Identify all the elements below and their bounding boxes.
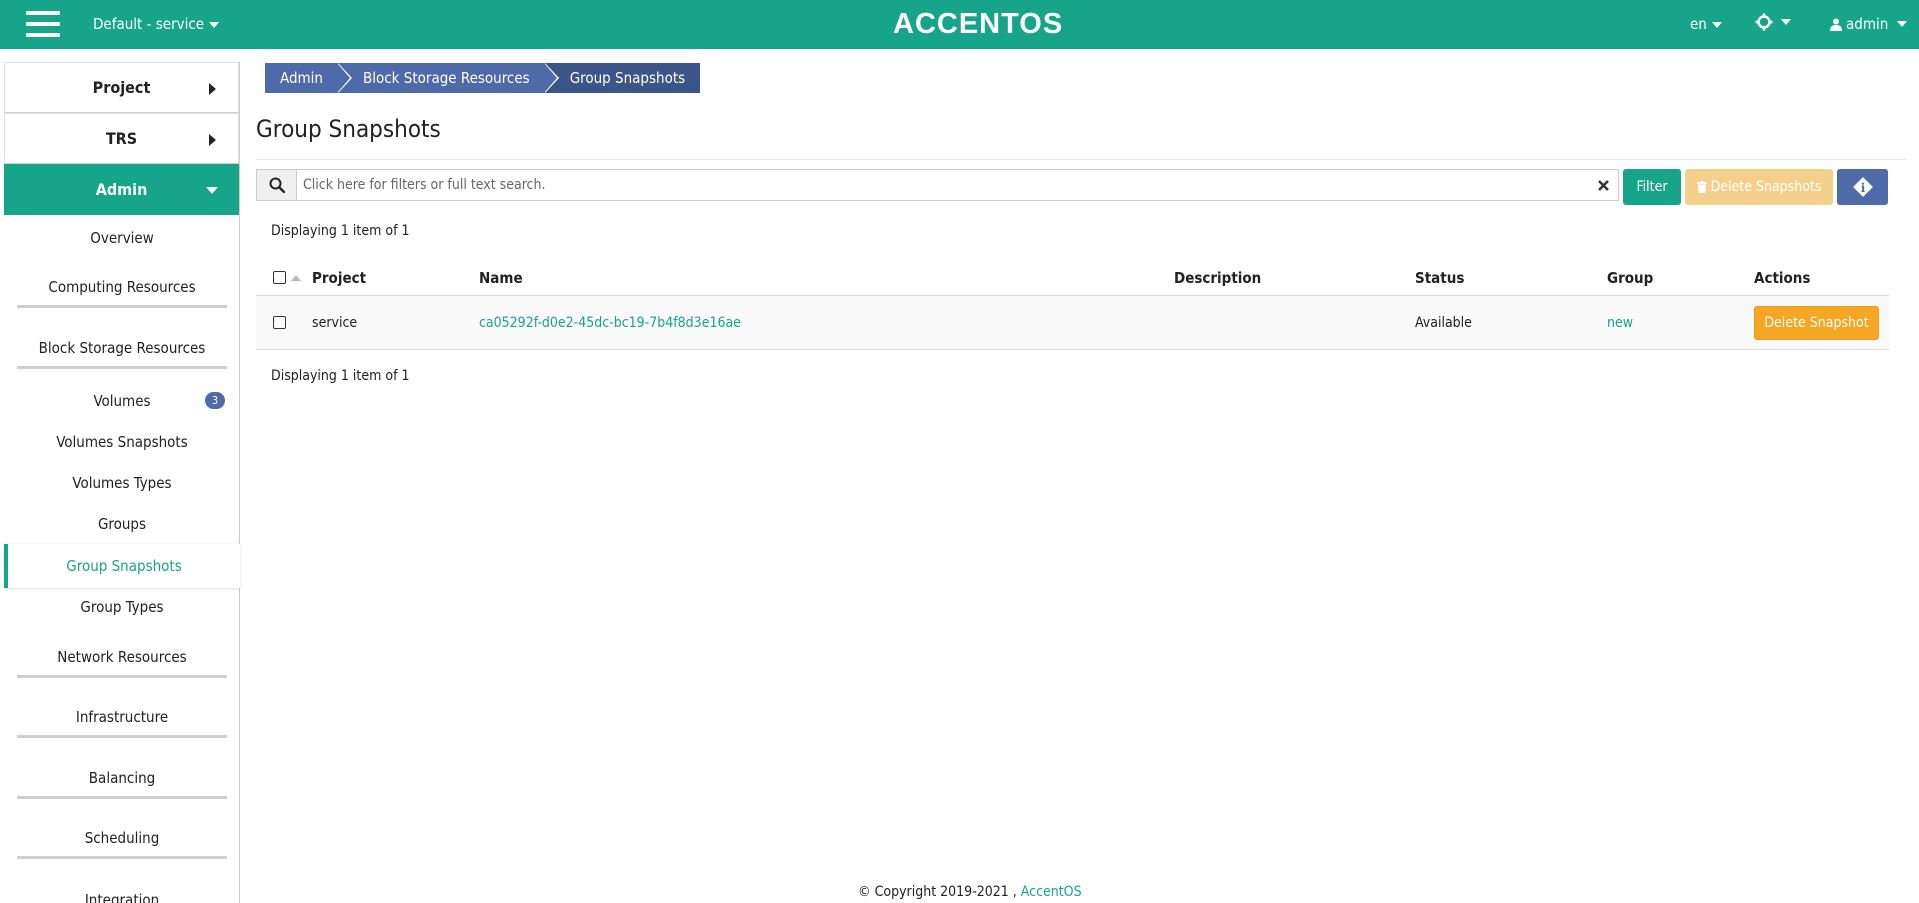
- sidebar-item-infrastructure[interactable]: Infrastructure: [4, 708, 240, 738]
- sidebar-item-group-types[interactable]: Group Types: [4, 598, 240, 616]
- info-button[interactable]: i: [1837, 169, 1888, 205]
- gear-icon: [1755, 13, 1773, 31]
- svg-text:i: i: [1860, 181, 1865, 195]
- caret-right-icon: [209, 134, 216, 146]
- cell-name-link[interactable]: ca05292f-d0e2-45dc-bc19-7b4f8d3e16ae: [479, 296, 741, 349]
- search-icon[interactable]: [257, 170, 297, 200]
- page-title: Group Snapshots: [256, 115, 441, 143]
- divider: [256, 159, 1906, 160]
- sidebar-item-trs[interactable]: TRS: [4, 113, 239, 164]
- cell-actions: Delete Snapshot: [1754, 296, 1879, 349]
- brand-logo: ACCENTOS: [893, 8, 1064, 40]
- sidebar-item-volumes-types[interactable]: Volumes Types: [4, 474, 240, 492]
- sidebar-item-group-snapshots[interactable]: Group Snapshots: [4, 544, 240, 588]
- displaying-count: Displaying 1 item of 1: [271, 223, 410, 239]
- sidebar-item-label: Admin: [95, 180, 148, 199]
- search-bar: [256, 169, 1619, 201]
- breadcrumb-group-snapshots: Group Snapshots: [543, 63, 701, 93]
- caret-down-icon: [206, 187, 218, 194]
- col-project[interactable]: Project: [312, 260, 366, 295]
- breadcrumb-label: Block Storage Resources: [363, 69, 530, 87]
- chevron-down-icon: [1711, 21, 1722, 28]
- col-group[interactable]: Group: [1607, 260, 1653, 295]
- row-checkbox[interactable]: [273, 316, 286, 329]
- sidebar-item-overview[interactable]: Overview: [4, 229, 240, 247]
- project-selector[interactable]: Default - service: [93, 15, 220, 33]
- delete-snapshots-label: Delete Snapshots: [1710, 179, 1822, 195]
- project-selector-label: Default - service: [93, 15, 205, 33]
- sidebar-item-block-storage-resources[interactable]: Block Storage Resources: [4, 339, 240, 369]
- sort-ascending-icon[interactable]: [291, 274, 301, 281]
- caret-right-icon: [209, 83, 216, 95]
- user-name: admin: [1846, 15, 1889, 33]
- sidebar-item-volumes-snapshots[interactable]: Volumes Snapshots: [4, 433, 240, 451]
- sidebar-item-admin[interactable]: Admin: [4, 164, 239, 215]
- col-actions: Actions: [1754, 268, 1811, 287]
- settings-menu[interactable]: [1755, 13, 1791, 31]
- sidebar-item-scheduling[interactable]: Scheduling: [4, 829, 240, 859]
- close-icon[interactable]: [1588, 170, 1618, 200]
- cell-status: Available: [1415, 314, 1472, 331]
- sidebar: Project TRS Admin Overview Computing Res…: [4, 62, 240, 903]
- chevron-down-icon: [1781, 19, 1791, 25]
- sidebar-item-label: TRS: [105, 129, 138, 148]
- filter-button[interactable]: Filter: [1623, 169, 1681, 205]
- col-description[interactable]: Description: [1174, 260, 1261, 295]
- col-name[interactable]: Name: [479, 260, 523, 295]
- search-input[interactable]: [297, 170, 1588, 200]
- hamburger-menu-icon[interactable]: [26, 11, 60, 38]
- sidebar-item-groups[interactable]: Groups: [4, 515, 240, 533]
- breadcrumb: Admin Block Storage Resources Group Snap…: [265, 63, 701, 93]
- breadcrumb-label: Group Snapshots: [569, 69, 686, 87]
- displaying-count-bottom: Displaying 1 item of 1: [271, 368, 410, 384]
- delete-snapshots-button[interactable]: Delete Snapshots: [1685, 169, 1833, 205]
- snapshots-table: Project Name Description Status Group Ac…: [256, 260, 1889, 350]
- accentos-link[interactable]: AccentOS: [1021, 884, 1082, 900]
- sidebar-item-computing-resources[interactable]: Computing Resources: [4, 278, 240, 308]
- select-all-cell: [273, 260, 301, 295]
- breadcrumb-admin[interactable]: Admin: [265, 63, 352, 93]
- delete-snapshot-button[interactable]: Delete Snapshot: [1754, 305, 1879, 340]
- sidebar-item-label: Project: [92, 78, 151, 97]
- breadcrumb-block-storage-resources[interactable]: Block Storage Resources: [337, 63, 559, 93]
- sidebar-item-label: Volumes: [93, 392, 151, 410]
- table-row: service ca05292f-d0e2-45dc-bc19-7b4f8d3e…: [256, 296, 1889, 350]
- chevron-down-icon: [1897, 21, 1908, 27]
- col-status[interactable]: Status: [1415, 260, 1464, 295]
- language-label: en: [1690, 15, 1707, 33]
- sidebar-item-volumes[interactable]: Volumes 3: [4, 392, 240, 410]
- user-menu[interactable]: admin: [1830, 15, 1908, 33]
- info-icon: i: [1852, 177, 1873, 197]
- sidebar-item-project[interactable]: Project: [4, 62, 239, 113]
- count-badge: 3: [205, 392, 225, 409]
- user-icon: [1830, 18, 1842, 31]
- language-selector[interactable]: en: [1690, 15, 1722, 33]
- chevron-down-icon: [209, 21, 220, 28]
- row-select-cell: [273, 296, 286, 349]
- copyright-text: © Copyright 2019-2021 ,: [858, 884, 1017, 900]
- cell-group-link[interactable]: new: [1607, 296, 1633, 349]
- sidebar-item-network-resources[interactable]: Network Resources: [4, 648, 240, 678]
- cell-project: service: [312, 314, 358, 331]
- breadcrumb-label: Admin: [280, 69, 323, 87]
- sidebar-item-balancing[interactable]: Balancing: [4, 769, 240, 799]
- table-header: Project Name Description Status Group Ac…: [256, 260, 1889, 296]
- footer: © Copyright 2019-2021 , AccentOS: [858, 884, 1082, 900]
- trash-icon: [1696, 181, 1707, 193]
- sidebar-item-integration[interactable]: Integration: [4, 891, 240, 903]
- top-navbar: Default - service ACCENTOS en admin: [0, 0, 1919, 49]
- select-all-checkbox[interactable]: [273, 271, 286, 284]
